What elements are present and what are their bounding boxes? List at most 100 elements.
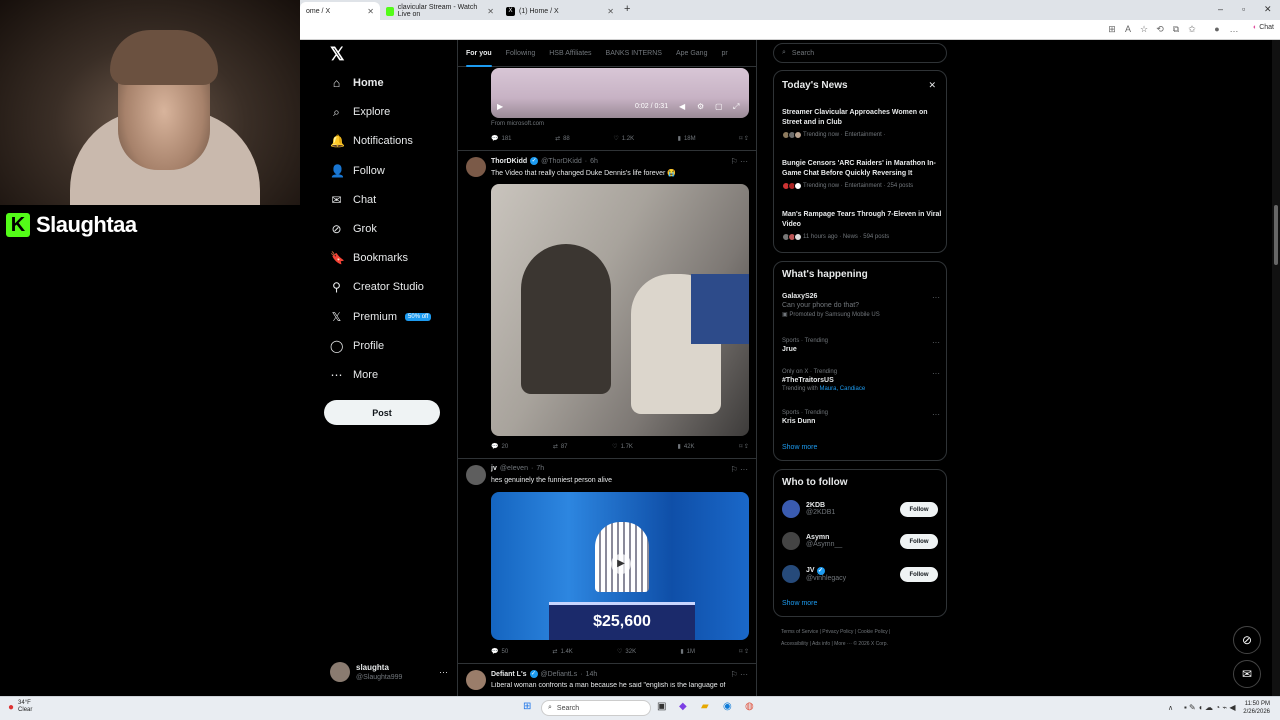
tab-following[interactable]: Following <box>506 50 536 57</box>
more-dots-icon[interactable]: ··· <box>932 369 940 378</box>
edge-icon[interactable]: ◉ <box>723 701 732 712</box>
play-icon[interactable]: ▶ <box>497 102 503 111</box>
reply-button[interactable]: 💬 181 <box>491 135 512 143</box>
tab-x-home[interactable]: ome / X ✕ <box>300 2 380 20</box>
views-button[interactable]: ▮ 42K <box>678 443 695 451</box>
trend-item[interactable]: Only on X · Trending #TheTraitorsUS Tren… <box>782 369 940 392</box>
trend-item[interactable]: Sports · Trending Kris Dunn ··· <box>782 410 940 425</box>
page-scrollbar[interactable] <box>1272 40 1280 696</box>
profile-avatar-icon[interactable]: ● <box>1211 24 1223 34</box>
like-button[interactable]: ♡ 1.7K <box>612 443 633 451</box>
search-input[interactable]: ⌕ Search <box>773 43 947 63</box>
follow-button[interactable]: Follow <box>900 502 938 517</box>
sidebar-item-explore[interactable]: ⌕ Explore <box>330 101 390 123</box>
views-button[interactable]: ▮ 1M <box>680 648 695 656</box>
grid-icon[interactable]: ⊞ <box>1106 24 1118 35</box>
settings-icon[interactable]: ⚙ <box>697 102 704 111</box>
taskbar-clock[interactable]: 11:50 PM 2/26/2026 <box>1243 700 1270 716</box>
post-video[interactable] <box>491 184 749 436</box>
task-view-icon[interactable]: ▣ <box>657 701 666 712</box>
avatar[interactable] <box>466 157 486 177</box>
teams-icon[interactable]: ◆ <box>679 701 687 712</box>
show-more-link[interactable]: Show more <box>782 600 817 607</box>
more-dots-icon[interactable]: ··· <box>932 410 940 419</box>
bookmark-button[interactable]: ⌑ ⇪ <box>739 443 749 450</box>
tab-ape-gang[interactable]: Ape Gang <box>676 50 708 57</box>
play-icon[interactable]: ▶ <box>611 554 631 574</box>
account-switcher[interactable]: slaughta @Slaughta999 ··· <box>330 660 448 684</box>
trend-item[interactable]: GalaxyS26 Can your phone do that? ▣ Prom… <box>782 293 940 318</box>
avatar[interactable] <box>466 465 486 485</box>
close-icon[interactable]: ✕ <box>928 80 936 91</box>
like-button[interactable]: ♡ 1.2K <box>613 135 634 143</box>
tab-banks-interns[interactable]: BANKS INTERNS <box>606 50 662 57</box>
windows-start-icon[interactable]: ⊞ <box>523 701 531 712</box>
follow-button[interactable]: Follow <box>900 567 938 582</box>
scrollbar-thumb[interactable] <box>1274 205 1278 265</box>
follow-button[interactable]: Follow <box>900 534 938 549</box>
more-dots-icon[interactable]: ··· <box>932 338 940 347</box>
pip-icon[interactable]: ▢ <box>715 102 723 111</box>
like-button[interactable]: ♡ 32K <box>617 648 636 656</box>
messages-icon[interactable]: ✉ <box>1233 660 1261 688</box>
tab-clavicular-stream[interactable]: clavicular Stream - Watch Live on ✕ <box>380 2 500 20</box>
post-menu-icon[interactable]: ⚐ ··· <box>731 670 748 679</box>
repost-button[interactable]: ⇄ 88 <box>555 135 570 143</box>
tab-pr[interactable]: pr <box>721 50 727 57</box>
sidebar-item-follow[interactable]: 👤 Follow <box>330 160 385 182</box>
chrome-icon[interactable]: ◍ <box>745 701 754 712</box>
sidebar-item-grok[interactable]: ⊘ Grok <box>330 218 376 240</box>
reply-button[interactable]: 💬 50 <box>491 648 508 656</box>
trend-item[interactable]: Sports · Trending Jrue ··· <box>782 338 940 353</box>
sidebar-item-profile[interactable]: ◯ Profile <box>330 335 384 357</box>
news-item[interactable]: Man's Rampage Tears Through 7-Eleven in … <box>782 210 942 241</box>
file-explorer-icon[interactable]: ▰ <box>701 701 709 712</box>
tab-x-home-2[interactable]: X (1) Home / X ✕ <box>500 2 620 20</box>
read-aloud-icon[interactable]: A <box>1122 24 1134 34</box>
sidebar-item-more[interactable]: ⋯ More <box>330 364 379 386</box>
views-button[interactable]: ▮ 18M <box>678 135 696 143</box>
fullscreen-icon[interactable]: ⤢ <box>733 102 739 112</box>
repost-button[interactable]: ⇄ 1.4K <box>552 648 572 656</box>
volume-icon[interactable]: ◀ <box>679 102 685 111</box>
post-button[interactable]: Post <box>324 400 440 425</box>
post-menu-icon[interactable]: ⚐ ··· <box>731 157 748 166</box>
tray-chevron-icon[interactable]: ∧ <box>1168 704 1173 712</box>
close-window-icon[interactable]: ✕ <box>1264 4 1272 15</box>
tab-hsb-affiliates[interactable]: HSB Affiliates <box>549 50 591 57</box>
avatar[interactable] <box>466 670 486 690</box>
post-menu-icon[interactable]: ⚐ ··· <box>731 465 748 474</box>
bookmark-button[interactable]: ⌑ ⇪ <box>739 135 749 142</box>
new-tab-icon[interactable]: + <box>624 3 630 15</box>
close-tab-icon[interactable]: ✕ <box>487 7 494 16</box>
bookmark-button[interactable]: ⌑ ⇪ <box>739 648 749 655</box>
weather-widget[interactable]: ● 34°F Clear <box>8 700 32 714</box>
menu-dots-icon[interactable]: … <box>1228 24 1240 34</box>
taskbar-search[interactable]: ⌕ Search <box>541 700 651 716</box>
collections-icon[interactable]: ✩ <box>1186 24 1198 35</box>
more-dots-icon[interactable]: ··· <box>439 667 448 677</box>
reply-button[interactable]: 💬 20 <box>491 443 508 451</box>
x-logo-icon[interactable]: 𝕏 <box>330 44 345 65</box>
favorite-icon[interactable]: ☆ <box>1138 24 1150 35</box>
sidebar-item-chat[interactable]: ✉ Chat <box>330 189 376 211</box>
tab-for-you[interactable]: For you <box>466 50 492 67</box>
post-video[interactable]: ▶ $25,600 <box>491 492 749 640</box>
more-dots-icon[interactable]: ··· <box>932 293 940 302</box>
sidebar-item-home[interactable]: ⌂ Home <box>330 72 384 94</box>
news-item[interactable]: Bungie Censors 'ARC Raiders' in Marathon… <box>782 159 942 190</box>
sidebar-item-premium[interactable]: 𝕏 Premium 50% off <box>330 306 432 328</box>
video-player[interactable]: ▶ 0:02 / 0:31 ◀ ⚙ ▢ ⤢ <box>491 68 749 118</box>
news-item[interactable]: Streamer Clavicular Approaches Women on … <box>782 108 942 139</box>
tray-icons[interactable]: ▪ ✎ ◖ ☁ ◔ ⌁ ◀ <box>1184 703 1236 712</box>
sidebar-item-notifications[interactable]: 🔔 Notifications <box>330 130 413 152</box>
maximize-icon[interactable]: ▫ <box>1242 4 1245 14</box>
minimize-icon[interactable]: – <box>1218 4 1223 14</box>
repost-button[interactable]: ⇄ 87 <box>553 443 568 451</box>
close-tab-icon[interactable]: ✕ <box>367 7 374 16</box>
copilot-chat-button[interactable]: ◐ Chat <box>1253 24 1274 31</box>
sidebar-item-creator-studio[interactable]: ⚲ Creator Studio <box>330 276 424 298</box>
close-tab-icon[interactable]: ✕ <box>607 7 614 16</box>
extensions-icon[interactable]: ⟲ <box>1154 24 1166 35</box>
footer-links[interactable]: Terms of Service | Privacy Policy | Cook… <box>781 626 941 650</box>
